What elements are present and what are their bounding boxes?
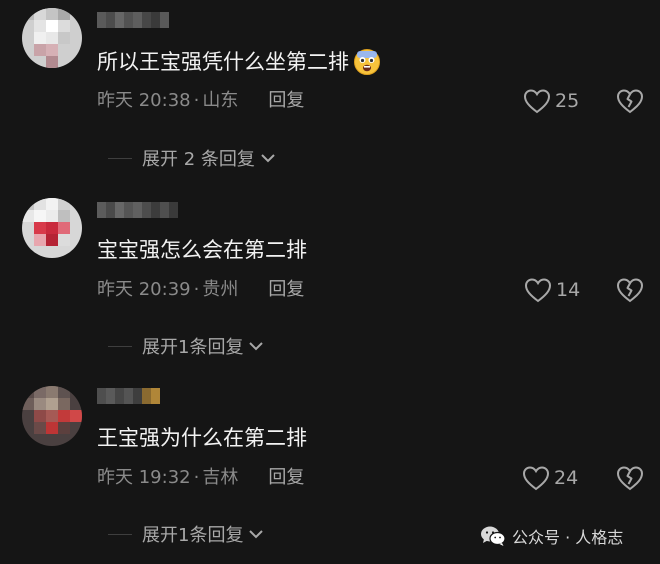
like-button[interactable]: 14 xyxy=(524,277,580,303)
divider-line xyxy=(108,157,132,159)
expand-replies-button[interactable]: 展开1条回复 xyxy=(108,333,265,359)
location: 贵州 xyxy=(202,279,239,300)
comment-text-content: 王宝强为什么在第二排 xyxy=(97,426,307,450)
location: 吉林 xyxy=(202,467,239,488)
watermark-text: 公众号 · 人格志 xyxy=(512,528,624,547)
comment-meta: 昨天 19:32 · 吉林 回复 xyxy=(97,466,304,490)
expand-replies-button[interactable]: 展开 2 条回复 xyxy=(108,145,277,171)
reply-button[interactable]: 回复 xyxy=(268,278,304,302)
comment-text: 宝宝强怎么会在第二排 xyxy=(97,236,307,264)
avatar[interactable] xyxy=(22,386,82,446)
chevron-down-icon xyxy=(249,530,264,539)
chevron-down-icon xyxy=(261,154,275,163)
expand-replies-label: 展开 2 条回复 xyxy=(142,149,255,170)
comment-meta: 昨天 20:38 · 山东 回复 xyxy=(97,89,304,113)
location: 山东 xyxy=(202,90,239,111)
watermark: 公众号 · 人格志 xyxy=(480,524,623,548)
broken-heart-icon xyxy=(616,466,644,491)
comment-text: 王宝强为什么在第二排 xyxy=(97,424,307,452)
chevron-down-icon xyxy=(249,342,264,351)
comment-text-content: 宝宝强怎么会在第二排 xyxy=(97,238,307,262)
comment-meta: 昨天 20:39 · 贵州 回复 xyxy=(97,278,304,302)
dislike-button[interactable] xyxy=(616,465,644,493)
expand-replies-label: 展开1条回复 xyxy=(142,525,244,546)
expand-replies-label: 展开1条回复 xyxy=(142,337,244,358)
username-blurred[interactable] xyxy=(97,388,160,404)
timestamp: 昨天 20:39 xyxy=(97,279,191,300)
avatar[interactable] xyxy=(22,8,82,68)
separator: · xyxy=(193,90,200,111)
heart-icon xyxy=(524,278,552,303)
separator: · xyxy=(193,279,200,300)
username-blurred[interactable] xyxy=(97,12,169,28)
comment-text-content: 所以王宝强凭什么坐第二排 xyxy=(97,50,349,74)
like-count: 14 xyxy=(556,279,581,301)
dislike-button[interactable] xyxy=(616,277,644,305)
separator: · xyxy=(193,467,200,488)
heart-icon xyxy=(522,466,550,491)
like-button[interactable]: 24 xyxy=(522,465,578,491)
dislike-button[interactable] xyxy=(616,88,644,116)
expand-replies-button[interactable]: 展开1条回复 xyxy=(108,521,265,547)
timestamp: 昨天 19:32 xyxy=(97,467,191,488)
comment-text: 所以王宝强凭什么坐第二排 xyxy=(97,48,381,76)
broken-heart-icon xyxy=(616,278,644,303)
timestamp: 昨天 20:38 xyxy=(97,90,191,111)
username-blurred[interactable] xyxy=(97,202,178,218)
scared-face-emoji-icon xyxy=(353,48,381,76)
divider-line xyxy=(108,345,132,347)
like-count: 25 xyxy=(555,90,580,112)
broken-heart-icon xyxy=(616,89,644,114)
heart-icon xyxy=(523,89,551,114)
like-button[interactable]: 25 xyxy=(523,88,579,114)
reply-button[interactable]: 回复 xyxy=(268,466,304,490)
like-count: 24 xyxy=(554,467,579,489)
avatar[interactable] xyxy=(22,198,82,258)
divider-line xyxy=(108,533,132,535)
reply-button[interactable]: 回复 xyxy=(268,89,304,113)
wechat-icon xyxy=(481,526,506,546)
